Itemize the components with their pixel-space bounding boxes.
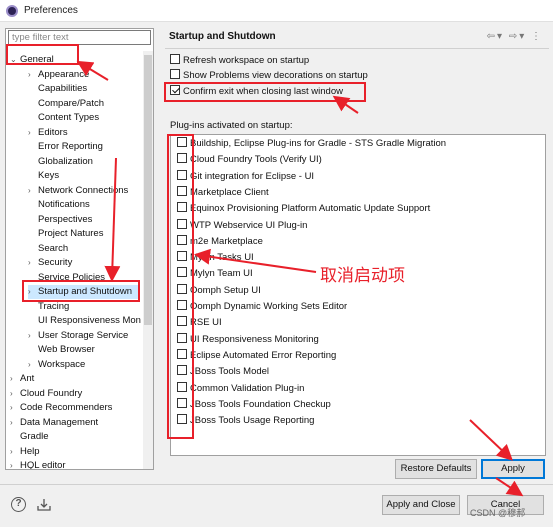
tree-item-cloud-foundry[interactable]: › Cloud Foundry <box>10 387 82 401</box>
chevron-right-icon: › <box>10 403 13 412</box>
tree-item-workspace[interactable]: › Workspace <box>28 358 85 372</box>
plugin-item[interactable]: Oomph Dynamic Working Sets Editor <box>177 300 347 314</box>
title-separator <box>165 48 549 49</box>
plugin-item[interactable]: Buildship, Eclipse Plug-ins for Gradle -… <box>177 137 446 151</box>
filter-input[interactable] <box>8 30 151 45</box>
refresh-workspace-checkbox[interactable]: Refresh workspace on startup <box>170 54 309 68</box>
tree-item-network-connections[interactable]: › Network Connections <box>28 184 128 198</box>
back-icon[interactable]: ⇦▾ <box>487 31 504 42</box>
tree-item-keys[interactable]: Keys <box>38 169 59 183</box>
plugin-item[interactable]: Eclipse Automated Error Reporting <box>177 348 336 363</box>
tree-scrollbar[interactable] <box>143 51 153 469</box>
plugin-item[interactable]: UI Responsiveness Monitoring <box>177 332 319 347</box>
chevron-right-icon: › <box>10 388 13 398</box>
tree-item-security[interactable]: › Security <box>28 256 72 270</box>
tree-item-perspectives[interactable]: Perspectives <box>38 213 92 227</box>
plugin-item[interactable]: Common Validation Plug-in <box>177 381 304 396</box>
highlight-confirm-exit <box>164 82 366 102</box>
tree-item-globalization[interactable]: Globalization <box>38 155 93 169</box>
plugin-item[interactable]: Git integration for Eclipse - UI <box>177 169 314 184</box>
chevron-right-icon: › <box>28 69 31 79</box>
show-problems-checkbox[interactable]: Show Problems view decorations on startu… <box>170 69 368 83</box>
help-icon[interactable]: ? <box>11 497 26 512</box>
checkbox-box[interactable] <box>170 69 180 79</box>
preferences-tree: ⌄ General › Appearance Capabilities Compar… <box>6 51 142 469</box>
chevron-right-icon: › <box>28 359 31 369</box>
plugins-list: Buildship, Eclipse Plug-ins for Gradle -… <box>170 134 546 456</box>
plugin-item[interactable]: WTP Webservice UI Plug-in <box>177 218 307 233</box>
tree-item-data-management[interactable]: › Data Management <box>10 416 98 430</box>
window-title: Preferences <box>24 5 78 16</box>
page-title: Startup and Shutdown <box>169 31 276 42</box>
tree-item-ui-responsiveness[interactable]: UI Responsiveness Mon <box>38 314 141 328</box>
highlight-plugin-checkboxes <box>167 134 194 439</box>
tree-item-hql-editor[interactable]: › HQL editor <box>10 459 66 469</box>
eclipse-icon <box>6 5 18 17</box>
tree-item-ant[interactable]: › Ant <box>10 372 34 386</box>
navigation-icons: ⇦▾ ⇨▾ ⋮ <box>487 31 543 42</box>
tree-item-appearance[interactable]: › Appearance <box>28 68 89 82</box>
plugins-label: Plug-ins activated on startup: <box>170 120 293 131</box>
tree-item-content-types[interactable]: Content Types <box>38 111 99 125</box>
tree-item-search[interactable]: Search <box>38 242 68 256</box>
chevron-right-icon: › <box>10 417 13 427</box>
chevron-right-icon: › <box>10 461 13 469</box>
tree-item-user-storage-service[interactable]: › User Storage Service <box>28 329 128 343</box>
chevron-right-icon: › <box>10 374 13 383</box>
tree-item-capabilities[interactable]: Capabilities <box>38 82 87 96</box>
preferences-tree-panel: ⌄General ›Appearance Capabilities Compar… <box>5 28 154 470</box>
annotation-text: 取消启动项 <box>320 266 405 285</box>
tree-item-web-browser[interactable]: Web Browser <box>38 343 95 357</box>
plugin-item[interactable]: Cloud Foundry Tools (Verify UI) <box>177 153 322 167</box>
plugin-item[interactable]: JBoss Tools Foundation Checkup <box>177 397 331 412</box>
tree-item-compare-patch[interactable]: Compare/Patch <box>38 97 104 111</box>
highlight-general <box>6 44 79 65</box>
chevron-right-icon: › <box>28 330 31 340</box>
chevron-right-icon: › <box>28 185 31 195</box>
tree-item-gradle[interactable]: Gradle <box>20 430 49 444</box>
chevron-right-icon: › <box>28 127 31 137</box>
tree-item-help[interactable]: › Help <box>10 445 40 459</box>
tree-item-notifications[interactable]: Notifications <box>38 198 90 212</box>
tree-item-code-recommenders[interactable]: › Code Recommenders <box>10 401 112 415</box>
title-bar: Preferences <box>0 0 553 22</box>
plugin-item[interactable]: JBoss Tools Usage Reporting <box>177 414 314 428</box>
import-export-icon[interactable] <box>36 497 52 512</box>
tree-item-editors[interactable]: › Editors <box>28 126 68 140</box>
chevron-right-icon: › <box>10 446 13 456</box>
tree-item-project-natures[interactable]: Project Natures <box>38 227 103 241</box>
apply-and-close-button[interactable]: Apply and Close <box>382 495 460 515</box>
scrollbar-thumb[interactable] <box>144 55 152 325</box>
highlight-startup-and-shutdown <box>22 280 140 302</box>
bottom-separator <box>0 484 553 485</box>
plugin-item[interactable]: Equinox Provisioning Platform Automatic … <box>177 202 430 216</box>
preferences-window: Preferences ⌄General ›Appearance Capabil… <box>0 0 553 527</box>
chevron-right-icon: › <box>28 258 31 267</box>
forward-icon[interactable]: ⇨▾ <box>509 31 526 42</box>
watermark: CSDN @穆郝 <box>470 508 526 518</box>
tree-item-error-reporting[interactable]: Error Reporting <box>38 140 103 154</box>
apply-button[interactable]: Apply <box>481 459 545 479</box>
restore-defaults-button[interactable]: Restore Defaults <box>395 459 477 479</box>
checkbox-box[interactable] <box>170 54 180 64</box>
menu-icon[interactable]: ⋮ <box>531 31 543 42</box>
